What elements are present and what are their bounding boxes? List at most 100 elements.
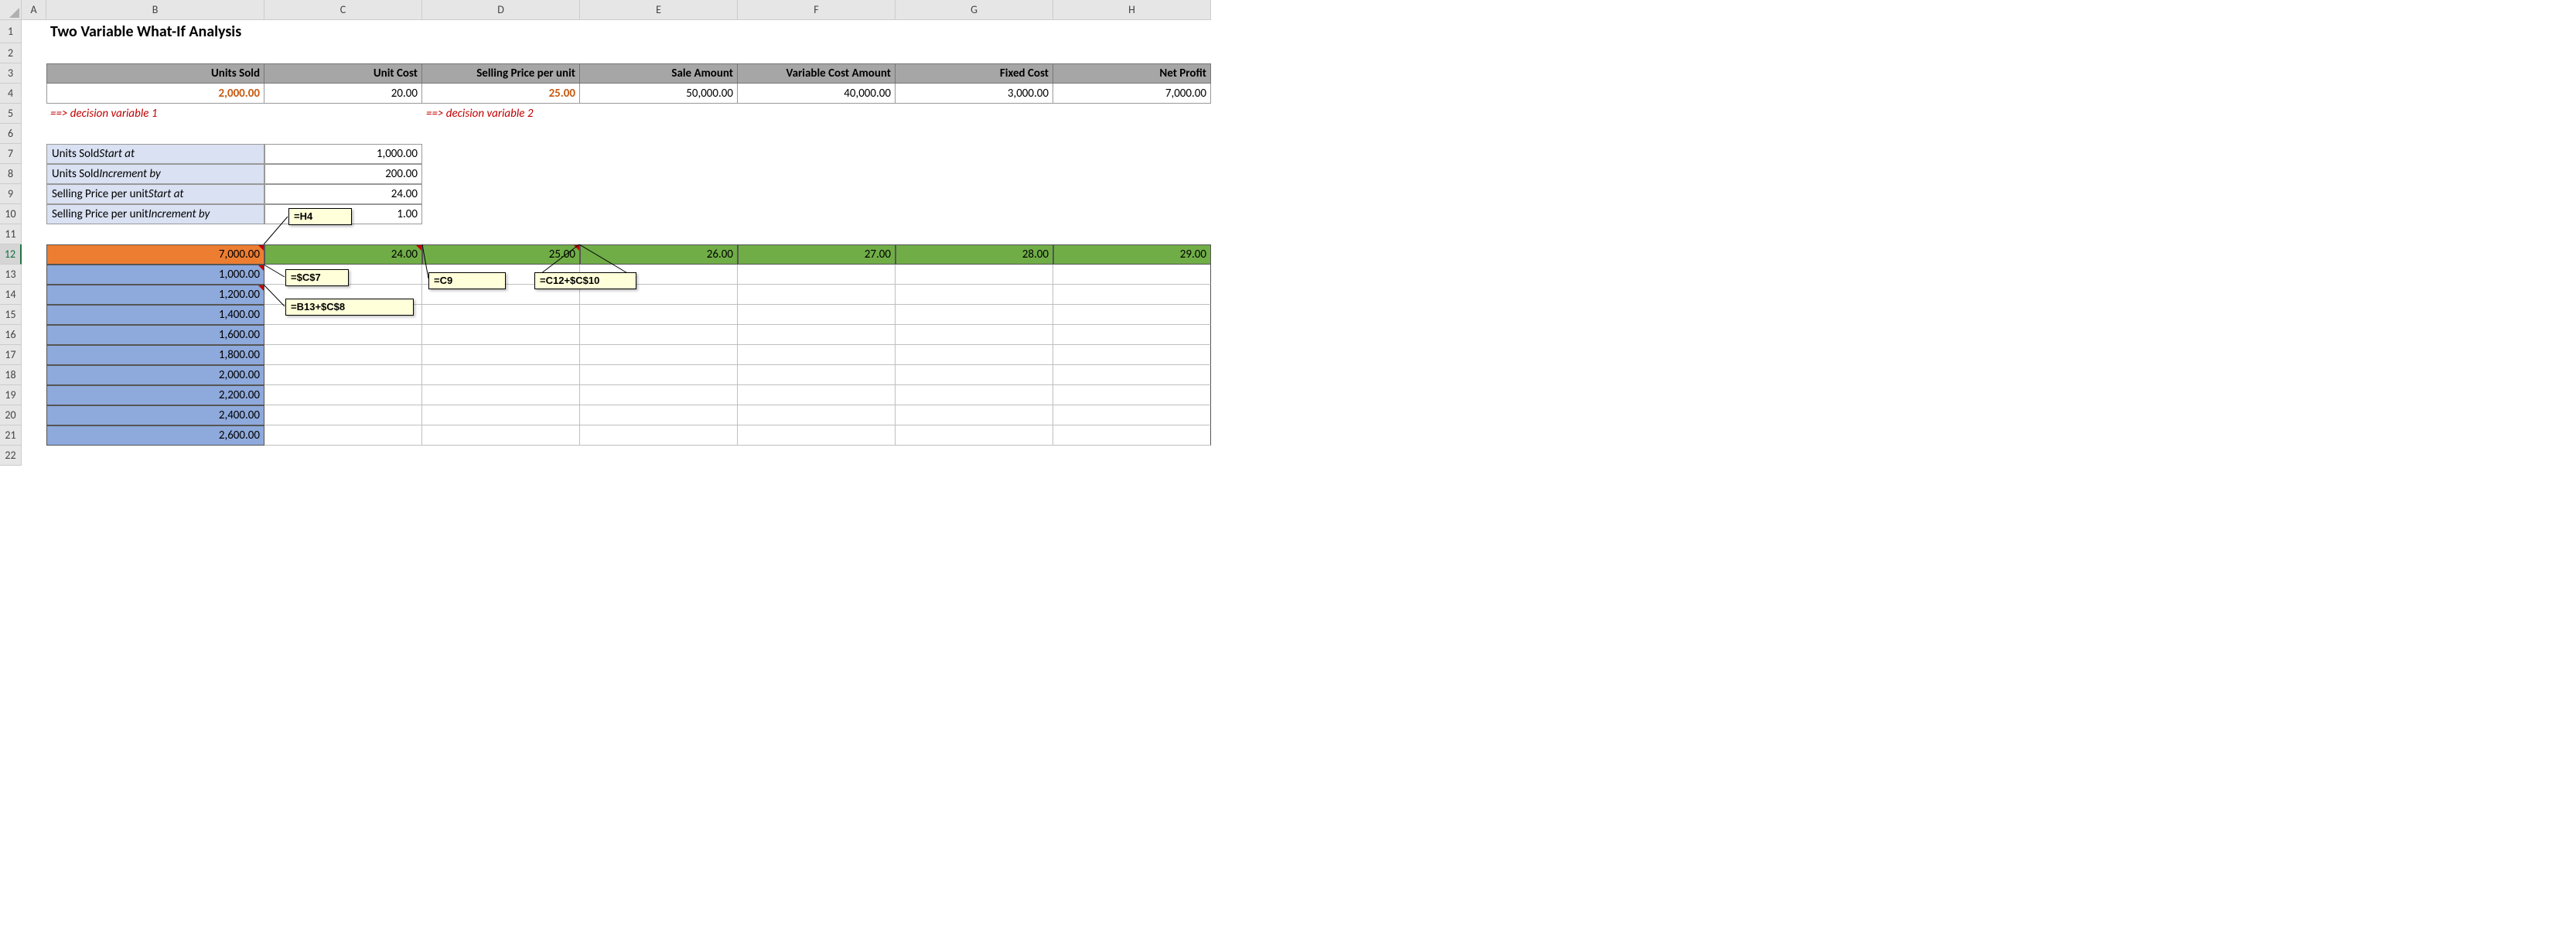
header-units_sold[interactable]: Units Sold [46, 63, 264, 84]
table-cell-r2-c3[interactable] [738, 305, 896, 325]
cell-r9-1[interactable] [580, 184, 738, 204]
row-header-20[interactable]: 20 [0, 405, 22, 425]
cell-r22-4[interactable] [580, 446, 738, 466]
param-label-0[interactable]: Units Sold Start at [46, 144, 264, 164]
cell-r22-1[interactable] [46, 446, 264, 466]
cell-r6-5[interactable] [738, 124, 896, 144]
header-var_cost[interactable]: Variable Cost Amount [738, 63, 896, 84]
table-cell-r8-c5[interactable] [1053, 425, 1211, 446]
row-header-1[interactable]: 1 [0, 20, 22, 43]
row-header-17[interactable]: 17 [0, 345, 22, 365]
col-header-B[interactable]: B [46, 0, 264, 20]
table-cell-r4-c2[interactable] [580, 345, 738, 365]
cell-r7-1[interactable] [580, 144, 738, 164]
table-cell-r1-c5[interactable] [1053, 285, 1211, 305]
cell-A15[interactable] [22, 305, 46, 325]
cell-r6-7[interactable] [1053, 124, 1211, 144]
table-cell-r6-c5[interactable] [1053, 385, 1211, 405]
select-all-corner[interactable] [0, 0, 22, 20]
cell-r10-2[interactable] [738, 204, 896, 224]
table-cell-r7-c4[interactable] [896, 405, 1053, 425]
cell-r11-5[interactable] [738, 224, 896, 244]
cell-r10-0[interactable] [422, 204, 580, 224]
col-header-E[interactable]: E [580, 0, 738, 20]
cell-r8-3[interactable] [896, 164, 1053, 184]
table-row-header-6[interactable]: 2,200.00 [46, 385, 264, 405]
cell-r6-3[interactable] [422, 124, 580, 144]
row-header-6[interactable]: 6 [0, 124, 22, 144]
cell-A13[interactable] [22, 265, 46, 285]
cell-r2-6[interactable] [896, 43, 1053, 63]
cell-r6-2[interactable] [264, 124, 422, 144]
param-label-2[interactable]: Selling Price per unit Start at [46, 184, 264, 204]
cell-r8-0[interactable] [422, 164, 580, 184]
table-cell-r0-c4[interactable] [896, 265, 1053, 285]
row-header-7[interactable]: 7 [0, 144, 22, 164]
table-cell-r3-c0[interactable] [264, 325, 422, 345]
cell-r10-4[interactable] [1053, 204, 1211, 224]
note-dec1[interactable]: ==> decision variable 1 [46, 104, 264, 124]
table-cell-r1-c4[interactable] [896, 285, 1053, 305]
table-cell-r8-c1[interactable] [422, 425, 580, 446]
row-header-9[interactable]: 9 [0, 184, 22, 204]
table-row-header-0[interactable]: 1,000.00 [46, 265, 264, 285]
cell-r2-2[interactable] [264, 43, 422, 63]
table-cell-r3-c3[interactable] [738, 325, 896, 345]
col-header-D[interactable]: D [422, 0, 580, 20]
cell-A17[interactable] [22, 345, 46, 365]
cell-r8-4[interactable] [1053, 164, 1211, 184]
cell-r5-0[interactable] [580, 104, 738, 124]
table-cell-r7-c1[interactable] [422, 405, 580, 425]
cell-r8-2[interactable] [738, 164, 896, 184]
param-label-1[interactable]: Units Sold Increment by [46, 164, 264, 184]
table-cell-r2-c4[interactable] [896, 305, 1053, 325]
cell-r5-1[interactable] [738, 104, 896, 124]
table-corner[interactable]: 7,000.00 [46, 244, 264, 265]
table-col-header-4[interactable]: 28.00 [896, 244, 1053, 265]
row-header-16[interactable]: 16 [0, 325, 22, 345]
cell-r11-7[interactable] [1053, 224, 1211, 244]
cell-A7[interactable] [22, 144, 46, 164]
cell-A10[interactable] [22, 204, 46, 224]
cell-A1[interactable] [22, 20, 46, 43]
cell-r11-6[interactable] [896, 224, 1053, 244]
table-col-header-3[interactable]: 27.00 [738, 244, 896, 265]
value-sale_amount[interactable]: 50,000.00 [580, 84, 738, 104]
table-cell-r5-c5[interactable] [1053, 365, 1211, 385]
value-var_cost[interactable]: 40,000.00 [738, 84, 896, 104]
table-cell-r2-c2[interactable] [580, 305, 738, 325]
table-cell-r0-c5[interactable] [1053, 265, 1211, 285]
row-header-22[interactable]: 22 [0, 446, 22, 466]
cell-r10-3[interactable] [896, 204, 1053, 224]
col-header-H[interactable]: H [1053, 0, 1211, 20]
cell-r9-4[interactable] [1053, 184, 1211, 204]
table-cell-r6-c3[interactable] [738, 385, 896, 405]
table-cell-r8-c0[interactable] [264, 425, 422, 446]
table-cell-r5-c4[interactable] [896, 365, 1053, 385]
cell-r2-4[interactable] [580, 43, 738, 63]
table-cell-r3-c5[interactable] [1053, 325, 1211, 345]
cell-A5[interactable] [22, 104, 46, 124]
cell-r7-2[interactable] [738, 144, 896, 164]
cell-A9[interactable] [22, 184, 46, 204]
row-header-15[interactable]: 15 [0, 305, 22, 325]
cell-r7-3[interactable] [896, 144, 1053, 164]
col-header-F[interactable]: F [738, 0, 896, 20]
table-col-header-5[interactable]: 29.00 [1053, 244, 1211, 265]
value-selling_price[interactable]: 25.00 [422, 84, 580, 104]
row-header-11[interactable]: 11 [0, 224, 22, 244]
table-cell-r3-c1[interactable] [422, 325, 580, 345]
table-cell-r5-c2[interactable] [580, 365, 738, 385]
cell-C5[interactable] [264, 104, 422, 124]
cell-r6-4[interactable] [580, 124, 738, 144]
cell-A18[interactable] [22, 365, 46, 385]
cell-A4[interactable] [22, 84, 46, 104]
row-header-12[interactable]: 12 [0, 244, 22, 265]
cell-r7-0[interactable] [422, 144, 580, 164]
header-sale_amount[interactable]: Sale Amount [580, 63, 738, 84]
table-row-header-1[interactable]: 1,200.00 [46, 285, 264, 305]
cell-r2-5[interactable] [738, 43, 896, 63]
value-units_sold[interactable]: 2,000.00 [46, 84, 264, 104]
table-cell-r2-c1[interactable] [422, 305, 580, 325]
cell-r11-3[interactable] [422, 224, 580, 244]
